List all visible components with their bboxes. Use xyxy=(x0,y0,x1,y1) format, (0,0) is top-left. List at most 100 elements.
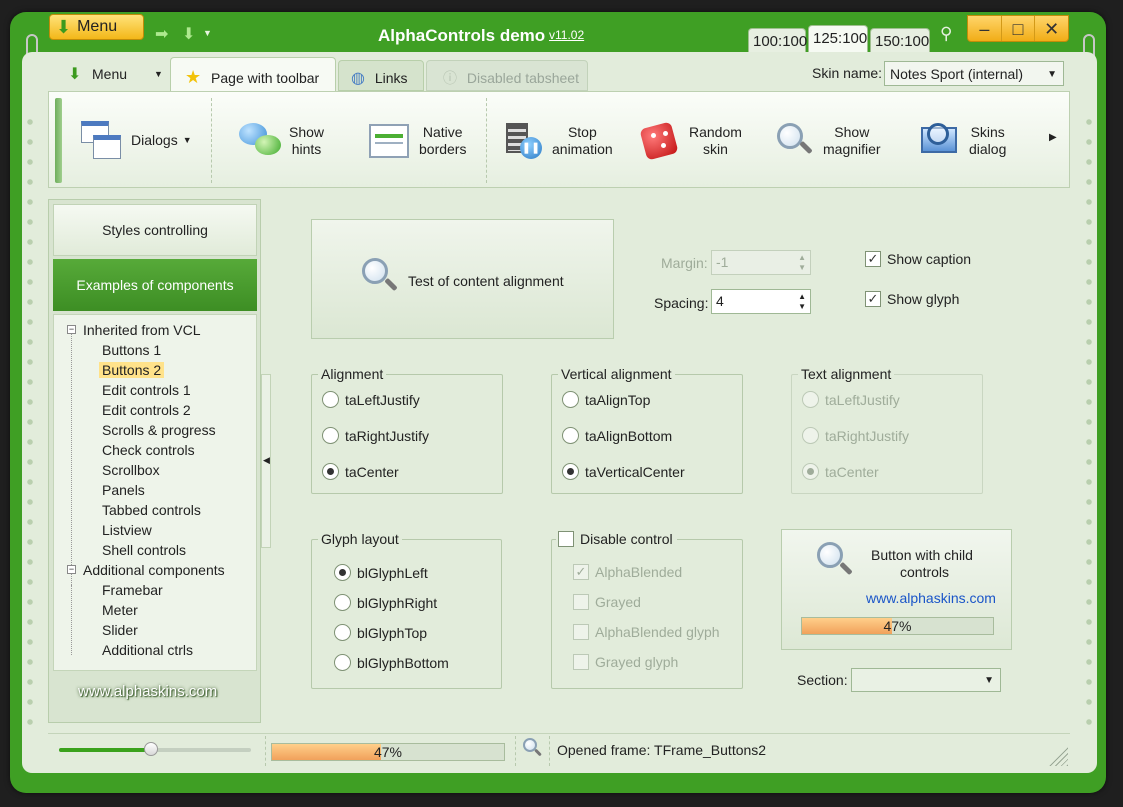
tree-item[interactable]: Panels xyxy=(54,480,256,500)
star-icon: ★ xyxy=(185,67,202,87)
maximize-button[interactable]: □ xyxy=(1000,16,1035,41)
show-magnifier-button[interactable]: Show magnifier xyxy=(775,92,885,189)
tree-item[interactable]: Edit controls 2 xyxy=(54,400,256,420)
tree-item[interactable]: Listview xyxy=(54,520,256,540)
skin-name-select[interactable]: Notes Sport (internal) ▼ xyxy=(884,61,1064,86)
magnifier-icon[interactable] xyxy=(522,737,544,759)
tree-item[interactable]: Scrollbox xyxy=(54,460,256,480)
panel-splitter[interactable]: ◀ xyxy=(261,374,271,548)
tree-item[interactable]: Shell controls xyxy=(54,540,256,560)
alphaskins-link[interactable]: www.alphaskins.com xyxy=(866,590,996,606)
radio-bl-glyph-left[interactable]: blGlyphLeft xyxy=(334,564,428,581)
tree-item-label: Scrolls & progress xyxy=(102,422,216,438)
chevron-right-icon[interactable]: ▶ xyxy=(1049,132,1057,143)
radio-ta-align-bottom[interactable]: taAlignBottom xyxy=(562,427,672,444)
radio-ta-left-justify[interactable]: taLeftJustify xyxy=(322,391,420,408)
tree-item[interactable]: Meter xyxy=(54,600,256,620)
minimize-button[interactable]: – xyxy=(968,16,1001,41)
version-link[interactable]: v11.02 xyxy=(549,28,584,42)
disable-control-checkbox[interactable]: Disable control xyxy=(556,531,677,547)
dialogs-label: Dialogs xyxy=(131,132,178,148)
tab-page-with-toolbar[interactable]: ★ Page with toolbar xyxy=(170,57,336,91)
stop-animation-button[interactable]: ❚❚ Stop animation xyxy=(504,92,614,189)
skins-dialog-icon xyxy=(919,121,961,161)
zoom-tab-150[interactable]: 150:100 xyxy=(870,28,930,52)
alphablended-checkbox: ✓ AlphaBlended xyxy=(573,564,682,580)
test-content-alignment-button[interactable]: Test of content alignment xyxy=(311,219,614,339)
radio-selected-icon xyxy=(802,463,819,480)
show-hints-label: Show hints xyxy=(289,123,325,157)
tree-item[interactable]: Scrolls & progress xyxy=(54,420,256,440)
resize-grip[interactable] xyxy=(1048,746,1068,766)
green-arrow-down-icon: ⬇ xyxy=(56,16,72,37)
zoom-tab-100[interactable]: 100:100 xyxy=(748,28,807,52)
toolbar-grip[interactable] xyxy=(55,98,62,183)
radio-ta-align-top[interactable]: taAlignTop xyxy=(562,391,650,408)
site-watermark: www.alphaskins.com xyxy=(78,683,218,700)
tree-item-selected[interactable]: Buttons 2 xyxy=(54,360,256,380)
tree-item[interactable]: Slider xyxy=(54,620,256,640)
skins-dialog-button[interactable]: Skins dialog xyxy=(919,92,1019,189)
dialogs-button[interactable]: Dialogs ▼ xyxy=(81,92,196,189)
tree-node-inherited[interactable]: − Inherited from VCL xyxy=(54,320,256,340)
radio-bl-glyph-top[interactable]: blGlyphTop xyxy=(334,624,427,641)
radio-label: blGlyphLeft xyxy=(357,564,428,581)
menu-button-label: Menu xyxy=(77,18,118,35)
radio-ta-vertical-center[interactable]: taVerticalCenter xyxy=(562,463,685,480)
radio-ta-center[interactable]: taCenter xyxy=(322,463,399,480)
radio-ta-right-justify[interactable]: taRightJustify xyxy=(322,427,429,444)
green-arrow-down-icon: ⬇ xyxy=(68,66,82,83)
show-glyph-checkbox[interactable]: ✓ Show glyph xyxy=(865,291,959,307)
zoom-tab-125[interactable]: 125:100 xyxy=(808,25,868,52)
tree-node-additional[interactable]: − Additional components xyxy=(54,560,256,580)
checkbox-label: Grayed xyxy=(595,594,641,610)
chevron-left-icon[interactable]: ◀ xyxy=(263,455,270,466)
progress-text: 47% xyxy=(373,744,403,760)
section-label: Section: xyxy=(797,672,848,688)
show-caption-checkbox[interactable]: ✓ Show caption xyxy=(865,251,971,267)
tree-item[interactable]: Edit controls 1 xyxy=(54,380,256,400)
menu-button[interactable]: ⬇ Menu xyxy=(49,14,144,40)
radio-bl-glyph-bottom[interactable]: blGlyphBottom xyxy=(334,654,449,671)
tree-item[interactable]: Buttons 1 xyxy=(54,340,256,360)
section-select[interactable]: ▼ xyxy=(851,668,1001,692)
examples-of-components-button[interactable]: Examples of components xyxy=(53,259,257,311)
radio-bl-glyph-right[interactable]: blGlyphRight xyxy=(334,594,437,611)
native-borders-button[interactable]: Native borders xyxy=(369,92,469,189)
tab-links[interactable]: ◍ Links xyxy=(338,60,424,91)
tree-item[interactable]: Additional ctrls xyxy=(54,640,256,660)
random-skin-label: Random skin xyxy=(689,123,742,157)
chevron-down-icon[interactable]: ▼ xyxy=(203,28,212,38)
checkbox-icon xyxy=(573,594,589,610)
zoom-slider[interactable] xyxy=(59,742,251,756)
spacing-input[interactable]: 4 ▲ ▼ xyxy=(711,289,811,314)
arrow-down-icon[interactable]: ⬇ xyxy=(182,24,195,44)
slider-fill xyxy=(59,748,152,752)
spacing-value: 4 xyxy=(716,293,724,309)
show-hints-button[interactable]: Show hints xyxy=(239,92,334,189)
spin-up-icon: ▲ xyxy=(798,253,806,262)
spin-up-icon[interactable]: ▲ xyxy=(798,293,806,301)
radio-icon xyxy=(802,391,819,408)
radio-label: taVerticalCenter xyxy=(585,463,685,480)
collapse-icon[interactable]: − xyxy=(67,325,76,334)
button-with-child-controls[interactable]: Button with child controls www.alphaskin… xyxy=(781,529,1012,650)
tab-menu[interactable]: ⬇ Menu ▼ xyxy=(50,57,168,91)
close-button[interactable]: ✕ xyxy=(1034,16,1068,41)
tree-item[interactable]: Check controls xyxy=(54,440,256,460)
radio-label: taRightJustify xyxy=(345,427,430,444)
spin-down-icon[interactable]: ▼ xyxy=(798,303,806,311)
checkbox-label: AlphaBlended xyxy=(595,564,683,580)
collapse-icon[interactable]: − xyxy=(67,565,76,574)
components-tree[interactable]: − Inherited from VCL Buttons 1 Buttons 2… xyxy=(53,314,257,671)
tree-item-label: Tabbed controls xyxy=(102,502,201,518)
random-skin-button[interactable]: Random skin xyxy=(639,92,749,189)
info-icon: ⓘ xyxy=(443,70,457,86)
tree-item[interactable]: Framebar xyxy=(54,580,256,600)
arrow-right-icon[interactable]: ➡ xyxy=(155,24,168,44)
slider-thumb[interactable] xyxy=(144,742,159,756)
styles-controlling-button[interactable]: Styles controlling xyxy=(53,204,257,256)
tree-item-label: Shell controls xyxy=(102,542,187,558)
magnifier-icon[interactable]: ⚲ xyxy=(940,24,952,44)
tree-item[interactable]: Tabbed controls xyxy=(54,500,256,520)
